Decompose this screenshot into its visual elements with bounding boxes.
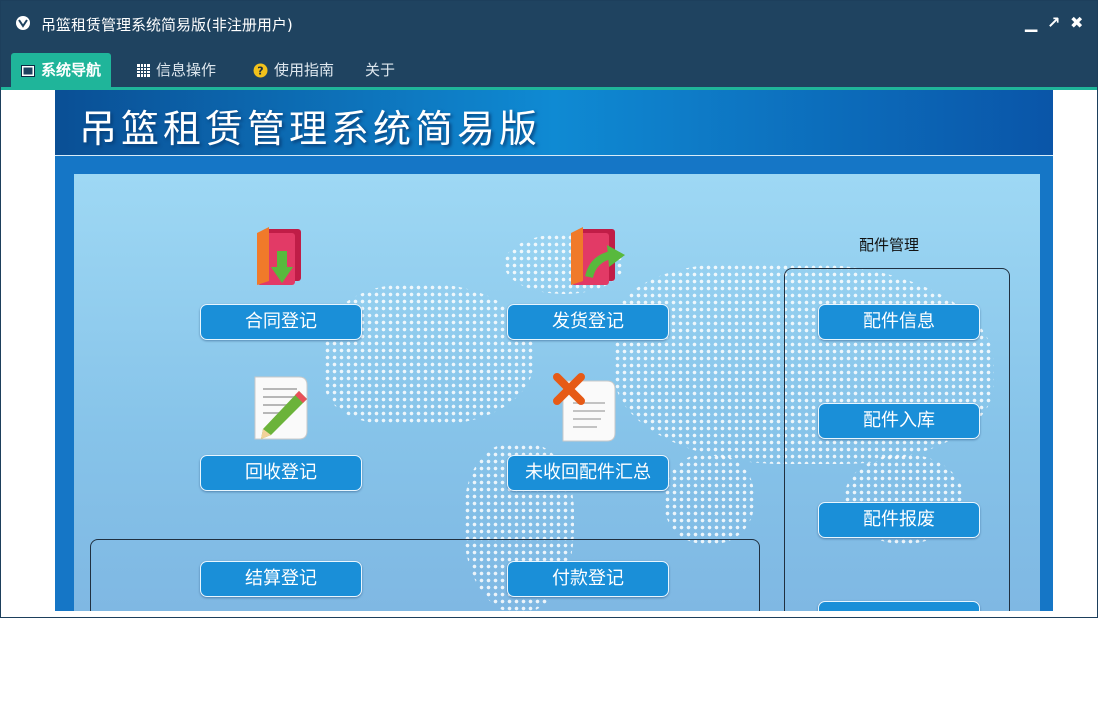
tab-label: 系统导航 bbox=[41, 61, 102, 79]
tab-info-operation[interactable]: 信息操作 bbox=[127, 53, 226, 87]
grid-icon bbox=[137, 64, 150, 77]
app-window: 吊篮租赁管理系统简易版(非注册用户) ▁ ↗ ✖ 系统导航 信息操作 ? 使用指… bbox=[0, 0, 1098, 618]
parts-info-button[interactable]: 配件信息 bbox=[818, 304, 980, 340]
tab-label: 使用指南 bbox=[274, 61, 335, 79]
contract-register-button[interactable]: 合同登记 bbox=[200, 304, 362, 340]
world-map-dots bbox=[664, 454, 754, 544]
folder-down-arrow-icon bbox=[257, 227, 301, 285]
document-delete-icon bbox=[553, 373, 616, 442]
help-icon: ? bbox=[253, 63, 268, 78]
menu-bar: 系统导航 信息操作 ? 使用指南 关于 bbox=[1, 45, 1097, 90]
document-pencil-icon bbox=[254, 376, 308, 440]
tab-about[interactable]: 关于 bbox=[355, 53, 405, 87]
tab-label: 关于 bbox=[365, 61, 396, 79]
parts-group-label: 配件管理 bbox=[859, 236, 920, 254]
tab-user-guide[interactable]: ? 使用指南 bbox=[243, 53, 344, 87]
banner-title: 吊篮租赁管理系统简易版 bbox=[79, 107, 542, 151]
restore-button[interactable]: ↗ bbox=[1047, 13, 1060, 33]
app-logo-icon bbox=[16, 16, 30, 30]
tab-system-navigation[interactable]: 系统导航 bbox=[11, 53, 112, 87]
settlement-register-button[interactable]: 结算登记 bbox=[200, 561, 362, 597]
recovery-register-button[interactable]: 回收登记 bbox=[200, 455, 362, 491]
svg-text:?: ? bbox=[257, 65, 263, 78]
parts-scrap-button[interactable]: 配件报废 bbox=[818, 502, 980, 538]
parts-extra-button[interactable] bbox=[818, 601, 980, 611]
main-content: 吊篮租赁管理系统简易版 配件管理 合同登记 发货登记 回收登记 未收回配件汇总 … bbox=[1, 90, 1097, 611]
title-bar: 吊篮租赁管理系统简易版(非注册用户) ▁ ↗ ✖ bbox=[1, 1, 1097, 45]
banner: 吊篮租赁管理系统简易版 bbox=[55, 90, 1053, 155]
monitor-icon bbox=[21, 64, 35, 77]
delivery-register-button[interactable]: 发货登记 bbox=[507, 304, 669, 340]
minimize-button[interactable]: ▁ bbox=[1025, 13, 1037, 33]
parts-stock-in-button[interactable]: 配件入库 bbox=[818, 403, 980, 439]
payment-register-button[interactable]: 付款登记 bbox=[507, 561, 669, 597]
unrecovered-parts-summary-button[interactable]: 未收回配件汇总 bbox=[507, 455, 669, 491]
folder-right-arrow-icon bbox=[571, 227, 625, 285]
tab-label: 信息操作 bbox=[156, 61, 217, 79]
close-button[interactable]: ✖ bbox=[1070, 13, 1083, 33]
window-title: 吊篮租赁管理系统简易版(非注册用户) bbox=[41, 16, 293, 34]
